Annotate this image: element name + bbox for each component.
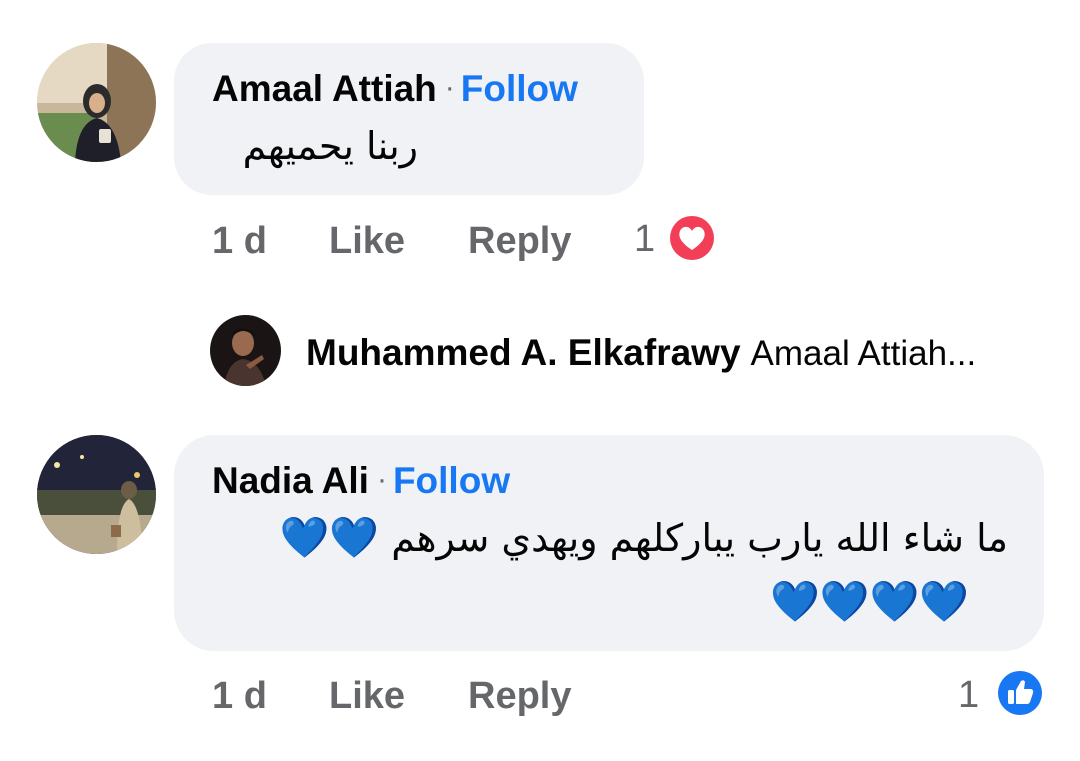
love-reaction-icon[interactable] (666, 212, 718, 264)
reply-header[interactable]: Muhammed A. Elkafrawy Amaal Attiah... (306, 332, 976, 374)
comment-author-name[interactable]: Nadia Ali (212, 460, 369, 501)
comment-author-name[interactable]: Amaal Attiah (212, 68, 437, 109)
reaction-count[interactable]: 1 (958, 674, 979, 717)
comment-text: ربنا يحميهم (242, 124, 418, 168)
reply-button[interactable]: Reply (468, 220, 571, 263)
blue-hearts-line-1: 💙💙 (279, 515, 380, 561)
timestamp[interactable]: 1 d (212, 220, 267, 263)
like-button[interactable]: Like (329, 220, 405, 263)
comment-text-line-1: ما شاء الله يارب يباركلهم ويهدي سرهم 💙💙 (220, 514, 1008, 561)
reply-avatar[interactable] (210, 315, 281, 386)
avatar[interactable] (37, 435, 156, 554)
blue-hearts-line-2: 💙💙💙💙 (770, 579, 970, 625)
avatar[interactable] (37, 43, 156, 162)
reaction-count[interactable]: 1 (634, 218, 655, 261)
comment-bubble (174, 43, 644, 195)
reply-author-name[interactable]: Muhammed A. Elkafrawy (306, 332, 741, 373)
reply-button[interactable]: Reply (468, 675, 571, 718)
comment-actions: 1 d Like Reply (212, 220, 612, 264)
follow-button[interactable]: Follow (393, 460, 510, 501)
comment-header: Nadia Ali · Follow (212, 460, 510, 502)
comment-text: ما شاء الله يارب يباركلهم ويهدي سرهم (391, 515, 1008, 560)
comment-text-line-2: 💙💙💙💙 (770, 578, 1008, 625)
timestamp[interactable]: 1 d (212, 675, 267, 718)
like-reaction-icon[interactable] (994, 667, 1046, 719)
like-button[interactable]: Like (329, 675, 405, 718)
reply-preview-text: Amaal Attiah... (750, 334, 977, 373)
comment-header: Amaal Attiah · Follow (212, 68, 578, 110)
comment-actions: 1 d Like Reply (212, 675, 612, 719)
separator-dot: · (376, 463, 387, 496)
separator-dot: · (444, 71, 455, 104)
follow-button[interactable]: Follow (461, 68, 578, 109)
